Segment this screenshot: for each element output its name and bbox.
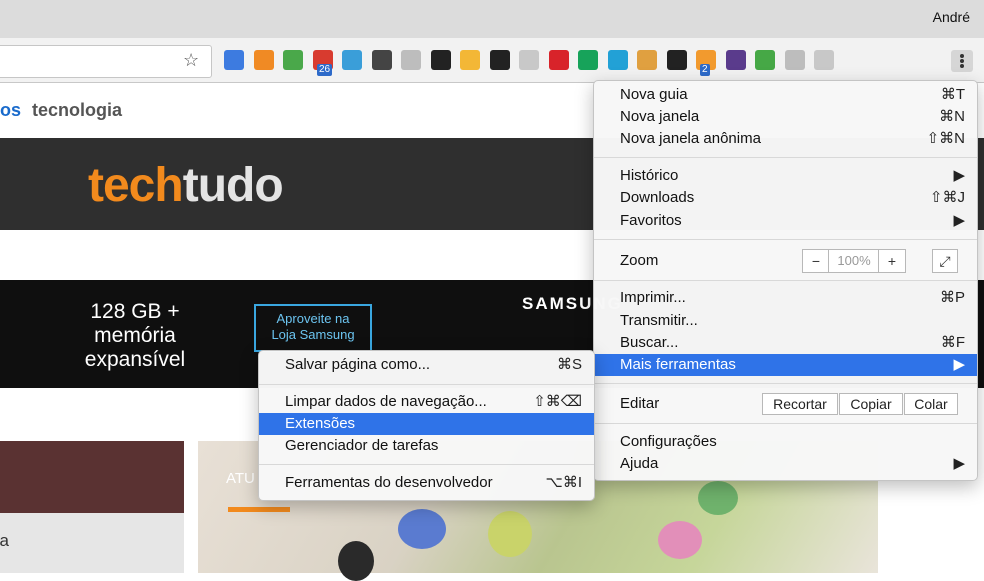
dot-icon xyxy=(960,59,964,63)
chart-extension-icon[interactable] xyxy=(254,50,274,70)
character-pink xyxy=(658,521,702,559)
menu-item-find[interactable]: Buscar... ⌘F xyxy=(594,332,977,354)
character-blue xyxy=(398,509,446,549)
dot-icon xyxy=(960,54,964,58)
menu-separator xyxy=(594,423,977,424)
menu-separator xyxy=(594,383,977,384)
ad-cta-line: Loja Samsung xyxy=(271,327,355,342)
submenu-item-dev-tools[interactable]: Ferramentas do desenvolvedor ⌥⌘I xyxy=(259,472,594,494)
smiley-extension-icon[interactable] xyxy=(460,50,480,70)
camera-extension-icon[interactable] xyxy=(342,50,362,70)
paste-button[interactable]: Colar xyxy=(904,393,958,415)
zoom-out-button[interactable]: − xyxy=(802,249,830,273)
nav-link-partial[interactable]: os xyxy=(0,100,21,121)
card-title-fragment: na xyxy=(0,531,9,550)
submenu-item-save-page[interactable]: Salvar página como... ⌘S xyxy=(259,354,594,376)
zoom-in-button[interactable]: + xyxy=(878,249,906,273)
menu-item-more-tools[interactable]: Mais ferramentas ▶ xyxy=(594,354,977,376)
copy-extension-icon[interactable] xyxy=(490,50,510,70)
pinterest-extension-icon[interactable] xyxy=(549,50,569,70)
menu-item-zoom: Zoom xyxy=(620,252,659,269)
menu-separator xyxy=(594,157,977,158)
character-leaf xyxy=(698,481,738,515)
producthunt-extension-icon[interactable] xyxy=(726,50,746,70)
grammar-extension-icon[interactable] xyxy=(578,50,598,70)
nav-link-tecnologia[interactable]: tecnologia xyxy=(32,100,122,121)
copy-button[interactable]: Copiar xyxy=(839,393,903,415)
menu-item-new-tab[interactable]: Nova guia ⌘T xyxy=(594,84,977,106)
zoom-level: 100% xyxy=(828,249,880,273)
menu-item-new-window[interactable]: Nova janela ⌘N xyxy=(594,106,977,128)
menu-item-downloads[interactable]: Downloads ⇧⌘J xyxy=(594,187,977,209)
logo-part-tech: tech xyxy=(88,159,184,212)
title-bar xyxy=(0,0,984,38)
menu-item-bookmarks[interactable]: Favoritos ▶ xyxy=(594,210,977,232)
link-extension-icon[interactable] xyxy=(519,50,539,70)
pocket-extension-icon[interactable] xyxy=(372,50,392,70)
ad-line: expansível xyxy=(84,348,186,371)
card-accent-bar xyxy=(228,507,290,512)
wordpress-extension-icon[interactable] xyxy=(608,50,628,70)
menu-item-print[interactable]: Imprimir... ⌘P xyxy=(594,287,977,309)
phone-extension-icon[interactable] xyxy=(431,50,451,70)
extension-badge: 2 xyxy=(700,64,710,76)
profile-name[interactable]: André xyxy=(933,9,970,25)
stack-extension-icon[interactable] xyxy=(283,50,303,70)
menu-item-cast[interactable]: Transmitir... xyxy=(594,310,977,332)
menu-separator xyxy=(259,384,594,385)
ad-cta-button[interactable]: Aproveite na Loja Samsung xyxy=(254,304,372,352)
menu-item-settings[interactable]: Configurações xyxy=(594,431,977,453)
site-logo[interactable]: techtudo xyxy=(88,158,284,213)
submenu-item-task-manager[interactable]: Gerenciador de tarefas xyxy=(259,435,594,457)
card-image xyxy=(0,441,184,513)
more-tools-submenu: Salvar página como... ⌘S Limpar dados de … xyxy=(258,350,595,501)
screen-extension-icon[interactable] xyxy=(755,50,775,70)
submenu-item-clear-data[interactable]: Limpar dados de navegação... ⇧⌘⌫ xyxy=(259,391,594,413)
menu-separator xyxy=(594,280,977,281)
ad-text: 128 GB + memória expansível xyxy=(40,300,230,372)
menu-item-incognito[interactable]: Nova janela anônima ⇧⌘N xyxy=(594,128,977,150)
ad-cta-line: Aproveite na xyxy=(276,311,350,326)
submenu-item-extensions[interactable]: Extensões xyxy=(259,413,594,435)
menu-item-history[interactable]: Histórico ▶ xyxy=(594,165,977,187)
lightning-extension-icon[interactable] xyxy=(401,50,421,70)
address-bar[interactable] xyxy=(0,45,212,78)
news-card-left[interactable] xyxy=(0,441,184,573)
face-extension-icon[interactable] xyxy=(637,50,657,70)
character-dark xyxy=(338,541,374,581)
check-extension-icon[interactable] xyxy=(224,50,244,70)
chrome-menu-button[interactable] xyxy=(951,50,973,72)
ad-line: memória xyxy=(94,324,176,347)
menu-separator xyxy=(594,239,977,240)
bookmark-star-icon[interactable]: ☆ xyxy=(183,50,199,71)
menu-separator xyxy=(259,464,594,465)
logo-part-tudo: tudo xyxy=(182,159,284,212)
buffer-extension-icon[interactable] xyxy=(667,50,687,70)
card-label: ATU xyxy=(226,470,255,487)
chrome-main-menu: Nova guia ⌘T Nova janela ⌘N Nova janela an… xyxy=(593,80,978,481)
dot-icon xyxy=(960,64,964,68)
character-green xyxy=(488,511,532,557)
e-extension-icon[interactable] xyxy=(814,50,834,70)
ad-line: 128 GB + xyxy=(90,300,180,323)
fullscreen-icon[interactable]: ⤢ xyxy=(932,249,958,273)
extension-badge: 26 xyxy=(317,64,333,76)
menu-item-help[interactable]: Ajuda ▶ xyxy=(594,453,977,475)
pause-extension-icon[interactable] xyxy=(785,50,805,70)
cut-button[interactable]: Recortar xyxy=(762,393,838,415)
